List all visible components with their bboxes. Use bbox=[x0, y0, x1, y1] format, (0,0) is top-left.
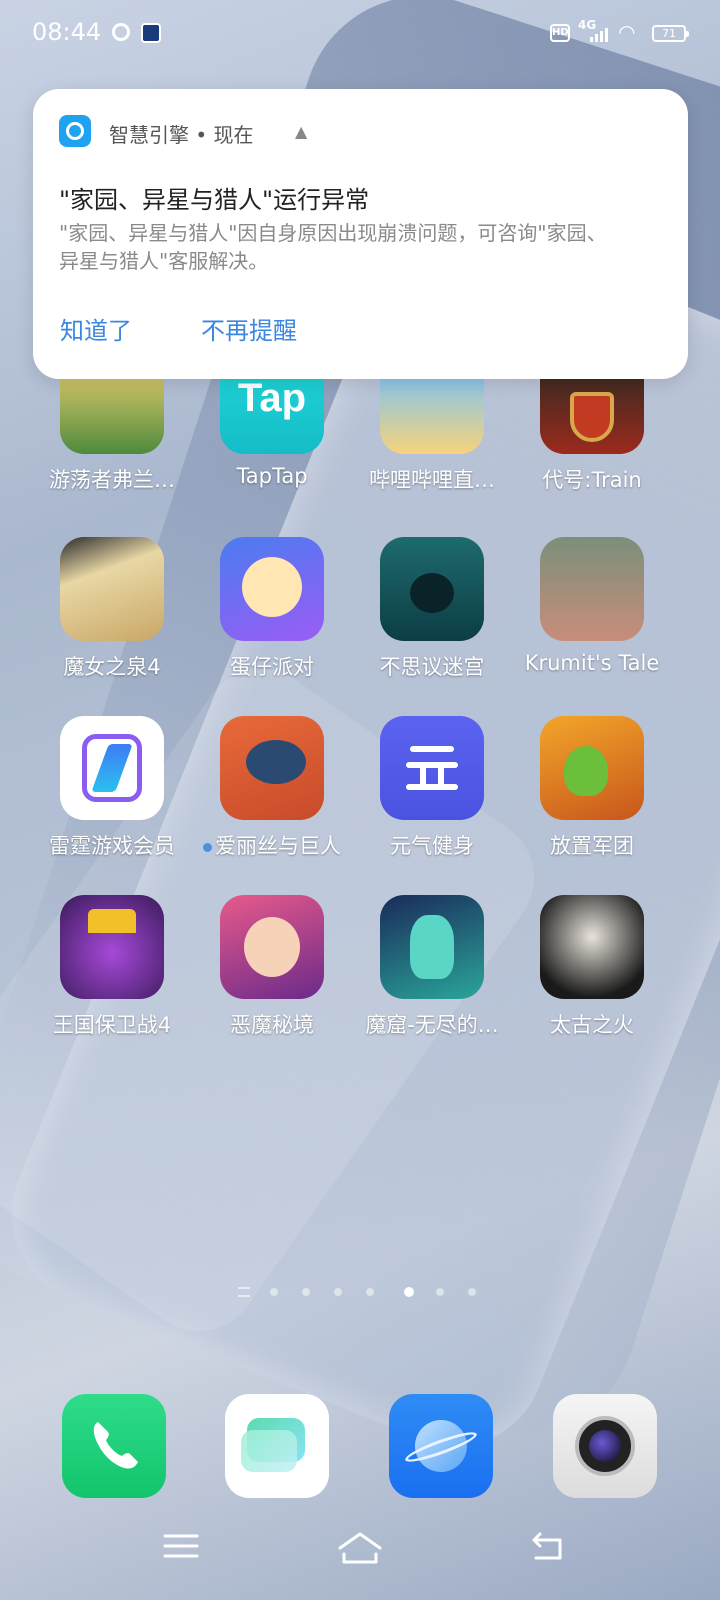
home-button[interactable] bbox=[336, 1530, 384, 1570]
wanderer-frans-icon bbox=[60, 372, 164, 454]
app-label: 不思议迷宫 bbox=[379, 655, 485, 679]
page-dot[interactable] bbox=[436, 1288, 444, 1296]
dungeon-icon bbox=[380, 895, 484, 999]
app-label: 太古之火 bbox=[550, 1013, 634, 1037]
page-indicator[interactable] bbox=[238, 1284, 478, 1300]
app-alice-giant[interactable]: 爱丽丝与巨人 bbox=[192, 716, 352, 860]
eggy-party-icon bbox=[220, 537, 324, 641]
app-label-text: 爱丽丝与巨人 bbox=[215, 834, 341, 858]
app-label: 雷霆游戏会员 bbox=[49, 834, 175, 858]
app-dungeon[interactable]: 魔窟-无尽的… bbox=[352, 895, 512, 1039]
app-label: 元气健身 bbox=[390, 834, 474, 858]
app-thunder-games[interactable]: 雷霆游戏会员 bbox=[32, 716, 192, 860]
app-bilibili-live[interactable]: 哔哩哔哩直… bbox=[352, 372, 512, 494]
bilibili-live-icon bbox=[380, 372, 484, 454]
app-label: TapTap bbox=[236, 464, 308, 488]
app-label: 爱丽丝与巨人 bbox=[192, 830, 352, 860]
notification-card[interactable]: 智慧引擎 • 现在 ▲ "家园、异星与猎人"运行异常 "家园、异星与猎人"因自身… bbox=[33, 89, 688, 379]
signal-icon bbox=[590, 28, 612, 42]
app-ancient-fire[interactable]: 太古之火 bbox=[512, 895, 672, 1039]
status-time: 08:44 bbox=[32, 18, 102, 46]
messages-icon[interactable] bbox=[225, 1394, 329, 1498]
app-label: 哔哩哔哩直… bbox=[369, 468, 495, 492]
bell-icon: ▲ bbox=[295, 122, 308, 141]
phone-icon[interactable] bbox=[62, 1394, 166, 1498]
engine-status-icon bbox=[112, 23, 130, 41]
new-badge bbox=[203, 842, 212, 852]
battery-level: 71 bbox=[662, 27, 676, 40]
app-label: 放置军团 bbox=[550, 834, 634, 858]
alice-giant-icon bbox=[220, 716, 324, 820]
got-it-button[interactable]: 知道了 bbox=[60, 311, 132, 346]
app-label: 魔窟-无尽的… bbox=[365, 1013, 499, 1037]
krumits-tale-icon bbox=[540, 537, 644, 641]
kingdom-rush-icon bbox=[60, 895, 164, 999]
app-label: 代号:Train bbox=[542, 468, 642, 492]
notification-body: "家园、异星与猎人"因自身原因出现崩溃问题，可咨询"家园、异星与猎人"客服解决。 bbox=[59, 221, 607, 273]
train-icon bbox=[540, 372, 644, 454]
app-label: 游荡者弗兰… bbox=[49, 468, 175, 492]
app-fitness[interactable]: 元气健身 bbox=[352, 716, 512, 860]
thunder-games-icon bbox=[60, 716, 164, 820]
page-list-icon[interactable] bbox=[238, 1287, 250, 1297]
app-label: 恶魔秘境 bbox=[230, 1013, 314, 1037]
fitness-icon bbox=[380, 716, 484, 820]
menu-button[interactable] bbox=[163, 1530, 199, 1570]
battery-icon: 71 bbox=[652, 25, 689, 42]
status-bar: 08:44 HD 4G ◠ 71 bbox=[0, 0, 720, 66]
app-eggy-party[interactable]: 蛋仔派对 bbox=[192, 537, 352, 681]
app-status-icon bbox=[141, 23, 161, 43]
app-witch-spring[interactable]: 魔女之泉4 bbox=[32, 537, 192, 681]
app-label: Krumit's Tale bbox=[524, 651, 660, 675]
wifi-icon: ◠ bbox=[618, 20, 636, 44]
app-kingdom-rush[interactable]: 王国保卫战4 bbox=[32, 895, 192, 1039]
app-idle-legion[interactable]: 放置军团 bbox=[512, 716, 672, 860]
back-button[interactable] bbox=[530, 1530, 566, 1570]
app-mystery-maze[interactable]: 不思议迷宫 bbox=[352, 537, 512, 681]
app-taptap[interactable]: Tap TapTap bbox=[192, 372, 352, 488]
dont-remind-button[interactable]: 不再提醒 bbox=[201, 311, 297, 346]
page-dot[interactable] bbox=[468, 1288, 476, 1296]
page-dot[interactable] bbox=[366, 1288, 374, 1296]
app-label: 魔女之泉4 bbox=[63, 655, 161, 679]
app-label: 王国保卫战4 bbox=[52, 1013, 172, 1037]
notification-app-name: 智慧引擎 • 现在 bbox=[109, 123, 254, 147]
taptap-icon: Tap bbox=[220, 372, 324, 454]
app-label: 蛋仔派对 bbox=[230, 655, 314, 679]
hd-voice-icon: HD bbox=[550, 24, 570, 42]
witch-spring-icon bbox=[60, 537, 164, 641]
smart-engine-icon bbox=[59, 115, 91, 147]
browser-icon[interactable] bbox=[389, 1394, 493, 1498]
demon-realm-icon bbox=[220, 895, 324, 999]
app-wanderer-frans[interactable]: 游荡者弗兰… bbox=[32, 372, 192, 494]
page-dot-active[interactable] bbox=[404, 1287, 414, 1297]
app-train[interactable]: 代号:Train bbox=[512, 372, 672, 494]
page-dot[interactable] bbox=[270, 1288, 278, 1296]
app-demon-realm[interactable]: 恶魔秘境 bbox=[192, 895, 352, 1039]
ancient-fire-icon bbox=[540, 895, 644, 999]
idle-legion-icon bbox=[540, 716, 644, 820]
app-krumits-tale[interactable]: Krumit's Tale bbox=[512, 537, 672, 675]
mystery-maze-icon bbox=[380, 537, 484, 641]
page-dot[interactable] bbox=[302, 1288, 310, 1296]
camera-icon[interactable] bbox=[553, 1394, 657, 1498]
notification-title: "家园、异星与猎人"运行异常 bbox=[59, 186, 370, 214]
page-dot[interactable] bbox=[334, 1288, 342, 1296]
